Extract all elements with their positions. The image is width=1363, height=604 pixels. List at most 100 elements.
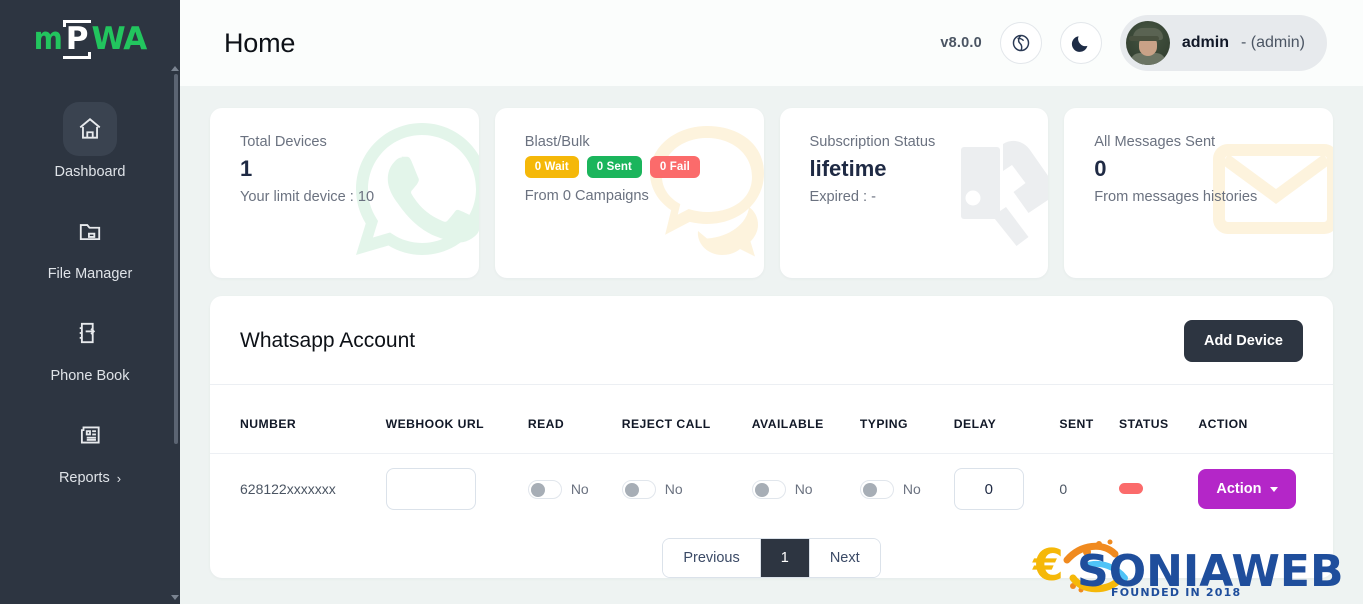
phone-book-icon <box>63 306 117 360</box>
cell-number: 628122xxxxxxx <box>210 453 380 524</box>
user-menu[interactable]: admin - (admin) <box>1119 15 1327 71</box>
webhook-url-input[interactable] <box>385 468 476 510</box>
panel-header: Whatsapp Account Add Device <box>210 296 1333 385</box>
available-toggle-label: No <box>794 481 813 497</box>
sidebar-item-reports[interactable]: Reports › <box>0 394 180 496</box>
topbar: Home v8.0.0 admin - (admin) <box>180 0 1363 86</box>
sidebar-scrollbar[interactable] <box>174 74 178 444</box>
user-role: - (admin) <box>1240 34 1305 51</box>
cell-reject-call: No <box>615 453 746 524</box>
page-title: Home <box>224 27 296 58</box>
add-device-button[interactable]: Add Device <box>1184 320 1303 362</box>
status-badge-wait: 0 Wait <box>524 156 579 178</box>
typing-toggle-label: No <box>902 481 921 497</box>
card-label: Total Devices <box>240 134 327 150</box>
home-icon <box>63 102 117 156</box>
globe-icon <box>1012 34 1030 52</box>
logo-text-p: P <box>62 19 91 59</box>
stat-cards: Total Devices 1 Your limit device : 10 B… <box>210 108 1333 278</box>
sidebar-item-reports-text: Reports <box>58 470 110 486</box>
column-header-read: READ <box>527 417 565 431</box>
sidebar-scroll-up-arrow[interactable] <box>171 66 179 71</box>
cell-status <box>1113 453 1193 524</box>
stat-card-blast-bulk: Blast/Bulk 0 Wait 0 Sent 0 Fail From 0 C… <box>494 108 764 278</box>
stat-card-all-messages: All Messages Sent 0 From messages histor… <box>1064 108 1333 278</box>
user-name: admin <box>1181 34 1229 51</box>
sidebar-item-phone-book[interactable]: Phone Book <box>0 292 180 394</box>
table-body: 628122xxxxxxx No No No No 0 0 Action <box>210 453 1333 524</box>
card-label: Subscription Status <box>809 134 936 150</box>
column-header-status: STATUS <box>1119 417 1169 431</box>
logo-text-m: m <box>33 20 63 57</box>
card-value: lifetime <box>809 156 887 181</box>
logo-text-wa: WA <box>91 20 148 57</box>
chevron-down-icon <box>1269 486 1278 492</box>
main-area: Home v8.0.0 admin - (admin) Total Device… <box>180 0 1363 604</box>
card-value: 1 <box>240 156 253 181</box>
table-header-row: NUMBER WEBHOOK URL READ REJECT CALL AVAI… <box>210 385 1333 454</box>
column-header-action: ACTION <box>1198 417 1248 431</box>
available-toggle[interactable] <box>751 479 786 499</box>
table-row: 628122xxxxxxx No No No No 0 0 Action <box>210 453 1333 524</box>
brand-logo[interactable]: m P WA <box>0 0 180 78</box>
language-button[interactable] <box>999 22 1042 64</box>
column-header-sent: SENT <box>1059 417 1094 431</box>
column-header-number: NUMBER <box>240 417 297 431</box>
card-value: 0 <box>1094 156 1107 181</box>
pagination-next[interactable]: Next <box>809 539 880 577</box>
action-button-label: Action <box>1216 481 1262 497</box>
cell-sent: 0 <box>1053 453 1113 524</box>
stat-card-subscription: Subscription Status lifetime Expired : - <box>779 108 1049 278</box>
app-root: m P WA Dashboard File Manager Phone Book… <box>0 0 1363 604</box>
cell-read: No <box>521 453 616 524</box>
column-header-reject-call: REJECT CALL <box>621 417 711 431</box>
cell-webhook-url <box>379 453 522 524</box>
column-header-available: AVAILABLE <box>751 417 824 431</box>
reject-call-toggle[interactable] <box>621 479 656 499</box>
column-header-webhook-url: WEBHOOK URL <box>385 417 485 431</box>
watermark-subtext: FOUNDED IN 2018 <box>1111 586 1241 598</box>
sidebar-item-label: Reports › <box>59 470 121 486</box>
chevron-right-icon: › <box>116 470 122 486</box>
card-subtext: Your limit device : 10 <box>240 189 375 205</box>
topbar-right-group: v8.0.0 admin - (admin) <box>940 15 1327 71</box>
content-area: Total Devices 1 Your limit device : 10 B… <box>180 86 1363 578</box>
card-label: Blast/Bulk <box>524 134 590 150</box>
sidebar-item-file-manager[interactable]: File Manager <box>0 190 180 292</box>
devices-table: NUMBER WEBHOOK URL READ REJECT CALL AVAI… <box>210 385 1333 524</box>
column-header-delay: DELAY <box>953 417 997 431</box>
card-subtext: Expired : - <box>809 189 877 205</box>
whatsapp-account-panel: Whatsapp Account Add Device NUMBER WEBHO… <box>210 296 1333 578</box>
card-subtext: From 0 Campaigns <box>524 188 649 204</box>
theme-toggle-button[interactable] <box>1059 22 1102 64</box>
cell-available: No <box>745 453 854 524</box>
panel-title: Whatsapp Account <box>240 329 416 352</box>
table-header: NUMBER WEBHOOK URL READ REJECT CALL AVAI… <box>210 385 1333 454</box>
cell-typing: No <box>853 453 948 524</box>
pagination-page-1[interactable]: 1 <box>760 539 810 577</box>
sidebar: m P WA Dashboard File Manager Phone Book… <box>0 0 180 604</box>
delay-input[interactable] <box>953 468 1024 510</box>
sidebar-item-label: Phone Book <box>50 368 130 384</box>
moon-icon <box>1071 36 1088 52</box>
cell-action: Action <box>1192 453 1333 524</box>
reports-icon <box>63 408 117 462</box>
status-badge-fail: 0 Fail <box>649 156 700 178</box>
sidebar-item-label: Dashboard <box>54 164 126 180</box>
card-subtext: From messages histories <box>1094 189 1258 205</box>
sidebar-item-label: File Manager <box>47 266 133 282</box>
folder-icon <box>63 204 117 258</box>
pagination-previous[interactable]: Previous <box>663 539 761 577</box>
read-toggle-label: No <box>570 481 589 497</box>
status-badge <box>1119 483 1143 494</box>
reject-call-toggle-label: No <box>664 481 683 497</box>
action-dropdown-button[interactable]: Action <box>1198 469 1296 509</box>
card-label: All Messages Sent <box>1094 134 1216 150</box>
pagination: Previous 1 Next <box>210 524 1333 578</box>
typing-toggle[interactable] <box>859 479 894 499</box>
cell-delay <box>947 453 1054 524</box>
sidebar-item-dashboard[interactable]: Dashboard <box>0 88 180 190</box>
read-toggle[interactable] <box>527 479 562 499</box>
sidebar-scroll-down-arrow[interactable] <box>171 595 179 600</box>
sidebar-nav: Dashboard File Manager Phone Book Report… <box>0 78 180 496</box>
